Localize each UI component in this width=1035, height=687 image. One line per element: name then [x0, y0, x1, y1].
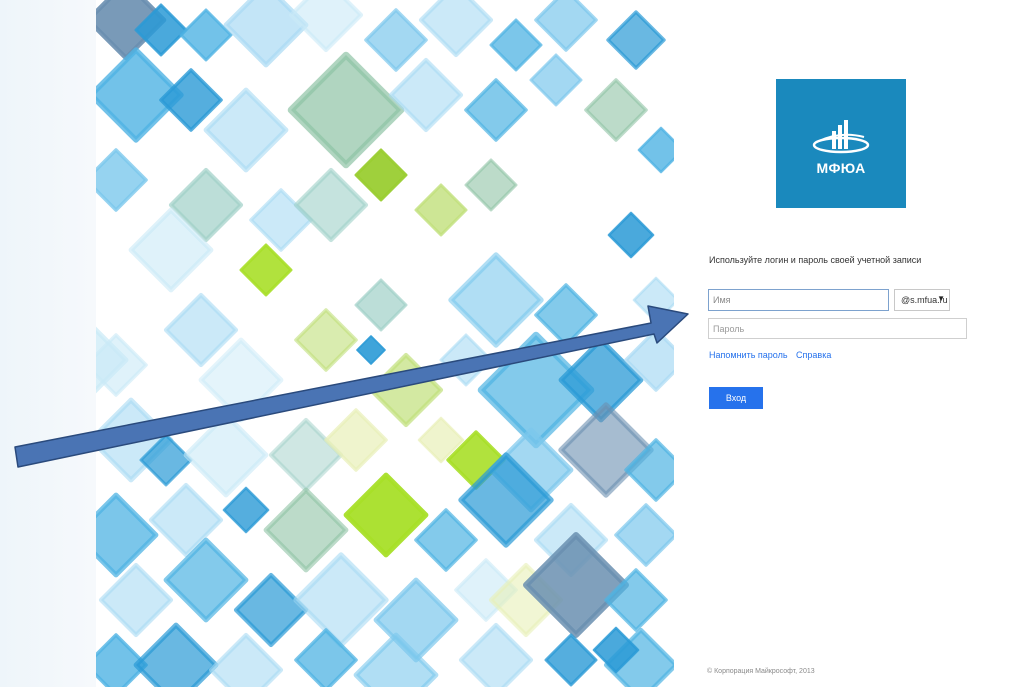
forgot-password-link[interactable]: Напомнить пароль	[709, 350, 788, 360]
dropdown-arrow-icon: ▼	[937, 294, 945, 303]
domain-select[interactable]: @s.mfua.ru ▼	[894, 289, 950, 311]
decorative-diamond	[354, 278, 408, 332]
decorative-diamond	[343, 472, 429, 558]
decorative-diamond	[414, 183, 468, 237]
decorative-diamond	[534, 0, 598, 52]
decorative-diamond	[368, 352, 444, 428]
login-panel: МФЮА Используйте логин и пароль своей уч…	[674, 0, 1035, 687]
decorative-mosaic-background	[96, 0, 674, 687]
username-input[interactable]	[708, 289, 889, 311]
decorative-diamond	[614, 503, 674, 567]
decorative-diamond	[534, 283, 598, 347]
decorative-diamond	[489, 18, 543, 72]
decorative-diamond	[356, 335, 386, 365]
decorative-diamond	[293, 167, 369, 243]
login-links: Напомнить пароль Справка	[709, 350, 837, 360]
login-instruction: Используйте логин и пароль своей учетной…	[709, 255, 922, 265]
decorative-diamond	[448, 252, 544, 348]
decorative-diamond	[222, 486, 270, 534]
decorative-diamond	[607, 211, 655, 259]
decorative-diamond	[96, 148, 148, 212]
decorative-diamond	[239, 243, 293, 297]
diamond-pattern	[96, 0, 674, 687]
decorative-diamond	[464, 158, 518, 212]
password-input[interactable]	[708, 318, 967, 339]
decorative-diamond	[294, 308, 358, 372]
decorative-diamond	[388, 57, 464, 133]
decorative-diamond	[439, 333, 493, 387]
decorative-diamond	[287, 51, 405, 169]
help-link[interactable]: Справка	[796, 350, 831, 360]
decorative-diamond	[529, 53, 583, 107]
decorative-diamond	[637, 126, 674, 174]
decorative-diamond	[268, 417, 344, 493]
copyright-footer: © Корпорация Майкрософт, 2013	[707, 668, 815, 675]
decorative-diamond	[632, 276, 674, 324]
decorative-diamond	[179, 8, 233, 62]
decorative-diamond	[606, 10, 666, 70]
decorative-diamond	[418, 0, 494, 58]
decorative-diamond	[354, 148, 408, 202]
mfua-building-orbit-icon	[812, 120, 870, 154]
decorative-diamond	[364, 8, 428, 72]
decorative-diamond	[464, 78, 528, 142]
decorative-diamond	[133, 622, 219, 687]
decorative-diamond	[96, 492, 159, 578]
mfua-logo: МФЮА	[776, 79, 906, 208]
decorative-diamond	[288, 0, 364, 53]
decorative-diamond	[183, 412, 269, 498]
decorative-diamond	[98, 562, 174, 638]
decorative-diamond	[263, 487, 349, 573]
screen: МФЮА Используйте логин и пароль своей уч…	[0, 0, 1035, 687]
signin-button[interactable]: Вход	[709, 387, 763, 409]
decorative-diamond	[584, 78, 648, 142]
decorative-diamond	[458, 622, 534, 687]
decorative-diamond	[163, 537, 249, 623]
logo-text: МФЮА	[816, 160, 866, 176]
decorative-diamond	[544, 633, 598, 687]
